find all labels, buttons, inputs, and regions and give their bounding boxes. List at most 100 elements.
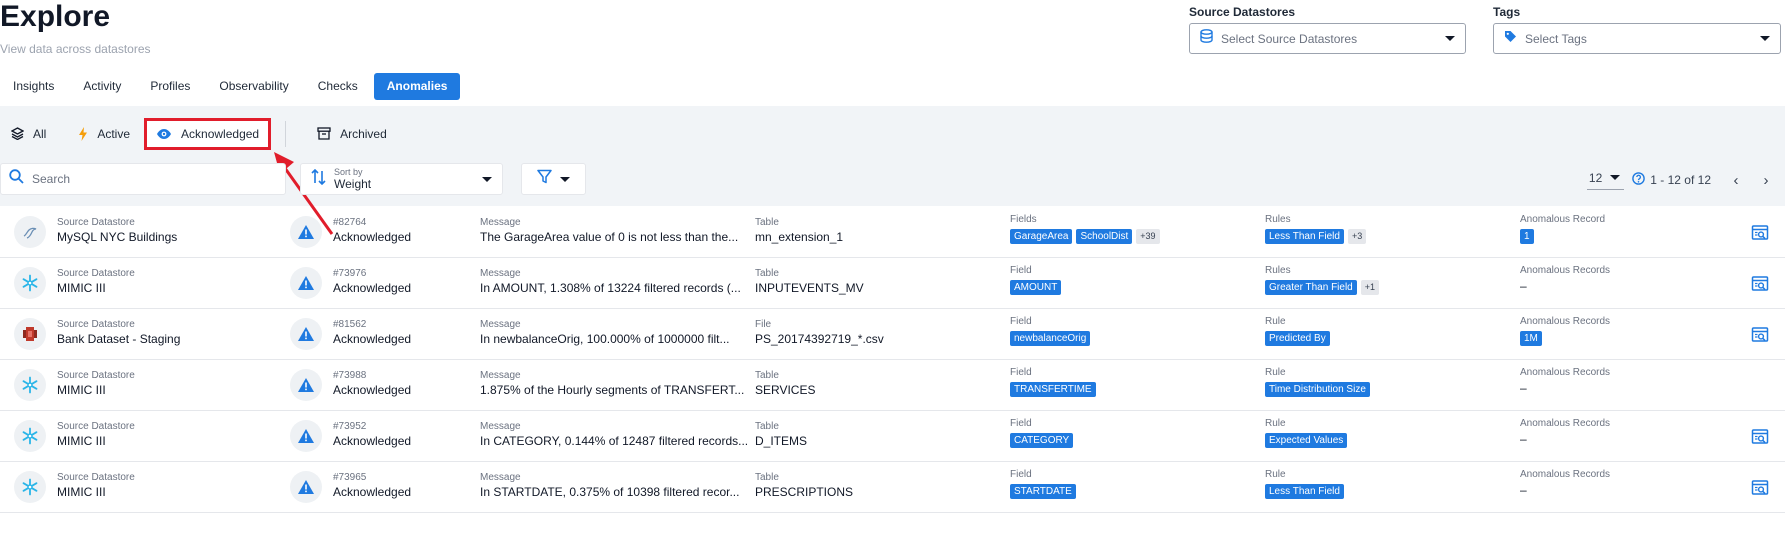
warning-icon xyxy=(290,471,322,503)
rules-cell: Rule Predicted By xyxy=(1265,315,1330,346)
message-label: Message xyxy=(480,370,521,381)
field-tag[interactable]: AMOUNT xyxy=(1010,280,1062,295)
container-label: Table xyxy=(755,268,779,279)
fields-cell: Field CATEGORY xyxy=(1010,417,1074,448)
message-cell: Message The GarageArea value of 0 is not… xyxy=(480,216,738,246)
inspect-records-icon[interactable] xyxy=(1751,428,1769,451)
table-row[interactable]: Source Datastore MIMIC III #73965 Acknow… xyxy=(0,462,1785,513)
datastore-name[interactable]: Bank Dataset - Staging xyxy=(57,331,180,348)
field-tag[interactable]: CATEGORY xyxy=(1010,433,1074,448)
tab-anomalies[interactable]: Anomalies xyxy=(373,73,461,100)
warning-icon xyxy=(290,420,322,452)
rules-more-badge[interactable]: +1 xyxy=(1360,280,1380,295)
field-tag[interactable]: SchoolDist xyxy=(1076,229,1133,244)
datastore-name[interactable]: MIMIC III xyxy=(57,484,135,501)
tab-profiles[interactable]: Profiles xyxy=(137,73,203,100)
rules-label: Rule xyxy=(1265,469,1286,480)
records-label: Anomalous Record xyxy=(1520,214,1606,225)
table-row[interactable]: Source Datastore Bank Dataset - Staging … xyxy=(0,309,1785,360)
rule-tag[interactable]: Expected Values xyxy=(1265,433,1348,448)
table-row[interactable]: Source Datastore MIMIC III #73988 Acknow… xyxy=(0,360,1785,411)
field-tag[interactable]: TRANSFERTIME xyxy=(1010,382,1096,397)
records-cell: Anomalous Records – xyxy=(1520,417,1610,446)
inspect-records-icon[interactable] xyxy=(1751,275,1769,298)
datastore-label: Source Datastore xyxy=(57,268,135,279)
fields-label: Field xyxy=(1010,418,1032,429)
datastore-cell: Source Datastore Bank Dataset - Staging xyxy=(57,318,180,348)
warning-icon xyxy=(290,318,322,350)
tab-checks[interactable]: Checks xyxy=(305,73,371,100)
rules-label: Rule xyxy=(1265,367,1286,378)
container-name[interactable]: INPUTEVENTS_MV xyxy=(755,280,864,297)
sort-icon xyxy=(311,168,327,190)
anomaly-id-cell: #73988 Acknowledged xyxy=(333,369,411,399)
rule-tag[interactable]: Less Than Field xyxy=(1265,484,1344,499)
fields-more-badge[interactable]: +39 xyxy=(1136,229,1160,244)
warning-icon xyxy=(290,369,322,401)
rule-tag[interactable]: Predicted By xyxy=(1265,331,1330,346)
source-datastores-label: Source Datastores xyxy=(1189,5,1296,19)
datastore-name[interactable]: MIMIC III xyxy=(57,382,135,399)
field-tag[interactable]: STARTDATE xyxy=(1010,484,1076,499)
datastore-name[interactable]: MySQL NYC Buildings xyxy=(57,229,177,246)
message-label: Message xyxy=(480,268,521,279)
container-cell: File PS_20174392719_*.csv xyxy=(755,318,884,348)
anomalous-records-value: – xyxy=(1520,279,1527,293)
table-row[interactable]: Source Datastore MIMIC III #73976 Acknow… xyxy=(0,258,1785,309)
status-all-button[interactable]: All xyxy=(0,118,57,150)
chevron-down-icon xyxy=(560,176,570,182)
status-active-button[interactable]: Active xyxy=(67,118,141,150)
container-name[interactable]: PS_20174392719_*.csv xyxy=(755,331,884,348)
page-range: 1 - 12 of 12 xyxy=(1650,173,1711,187)
prev-page-icon[interactable]: ‹ xyxy=(1725,172,1747,189)
tab-insights[interactable]: Insights xyxy=(0,73,67,100)
bolt-icon xyxy=(78,126,88,141)
chevron-down-icon xyxy=(1760,36,1770,41)
records-label: Anomalous Records xyxy=(1520,316,1611,327)
rules-more-badge[interactable]: +3 xyxy=(1347,229,1367,244)
anomaly-id-cell: #73952 Acknowledged xyxy=(333,420,411,450)
container-name[interactable]: SERVICES xyxy=(755,382,815,399)
tags-select[interactable]: Select Tags xyxy=(1493,23,1781,54)
page-size-select[interactable]: 12 xyxy=(1586,170,1625,190)
filter-button[interactable] xyxy=(521,163,586,195)
source-datastores-select[interactable]: Select Source Datastores xyxy=(1189,23,1466,54)
status-archived-button[interactable]: Archived xyxy=(306,118,398,150)
tab-activity[interactable]: Activity xyxy=(70,73,134,100)
field-tag[interactable]: GarageArea xyxy=(1010,229,1073,244)
table-row[interactable]: Source Datastore MySQL NYC Buildings #82… xyxy=(0,207,1785,258)
search-input[interactable]: Search xyxy=(0,163,286,195)
container-name[interactable]: D_ITEMS xyxy=(755,433,807,450)
container-label: Table xyxy=(755,472,779,483)
sort-label: Sort by xyxy=(334,167,363,177)
datastore-name[interactable]: MIMIC III xyxy=(57,280,135,297)
message-cell: Message In CATEGORY, 0.144% of 12487 fil… xyxy=(480,420,748,450)
records-cell: Anomalous Records – xyxy=(1520,366,1610,395)
datastore-name[interactable]: MIMIC III xyxy=(57,433,135,450)
inspect-records-icon[interactable] xyxy=(1751,479,1769,502)
rule-tag[interactable]: Greater Than Field xyxy=(1265,280,1357,295)
records-cell: Anomalous Records 1M xyxy=(1520,315,1610,346)
status-acknowledged-button[interactable]: Acknowledged xyxy=(144,117,272,150)
rules-label: Rule xyxy=(1265,316,1286,327)
inspect-records-icon[interactable] xyxy=(1751,224,1769,247)
field-tag[interactable]: newbalanceOrig xyxy=(1010,331,1091,346)
datastore-cell: Source Datastore MIMIC III xyxy=(57,471,135,501)
page-size-value: 12 xyxy=(1588,170,1603,185)
records-label: Anomalous Records xyxy=(1520,469,1611,480)
rule-tag[interactable]: Time Distribution Size xyxy=(1265,382,1370,397)
table-row[interactable]: Source Datastore MIMIC III #73952 Acknow… xyxy=(0,411,1785,462)
container-cell: Table SERVICES xyxy=(755,369,815,399)
container-name[interactable]: mn_extension_1 xyxy=(755,229,843,246)
fields-label: Fields xyxy=(1010,214,1037,225)
help-icon[interactable] xyxy=(1632,172,1646,188)
tab-observability[interactable]: Observability xyxy=(206,73,301,100)
inspect-records-icon[interactable] xyxy=(1751,326,1769,349)
sort-select[interactable]: Sort by Weight xyxy=(300,163,503,195)
search-placeholder: Search xyxy=(32,172,71,186)
rule-tag[interactable]: Less Than Field xyxy=(1265,229,1344,244)
status-filter-bar: All Active Acknowledged Archived xyxy=(0,117,398,150)
container-name[interactable]: PRESCRIPTIONS xyxy=(755,484,853,501)
container-label: Table xyxy=(755,421,779,432)
next-page-icon[interactable]: › xyxy=(1755,172,1777,189)
